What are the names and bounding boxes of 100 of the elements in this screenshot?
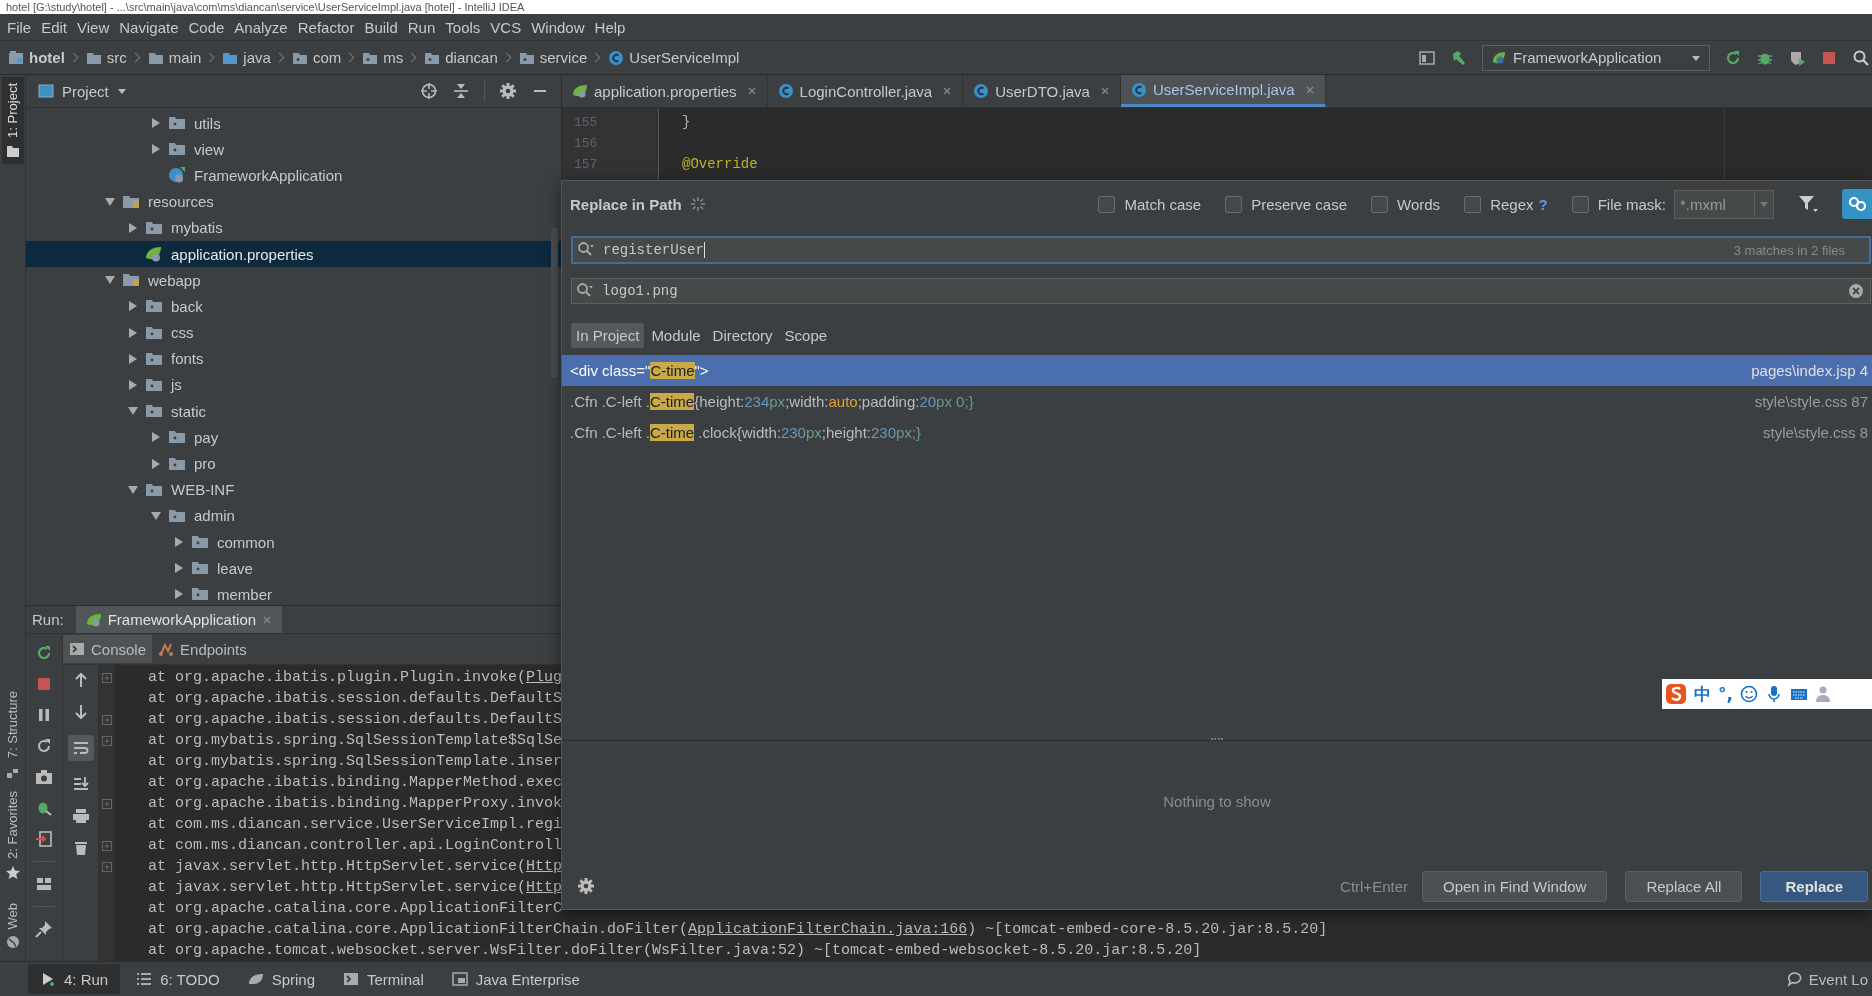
tree-item[interactable]: utils — [194, 114, 221, 132]
source-link[interactable]: Http — [526, 858, 563, 875]
editor-tab[interactable]: UserDTO.java — [963, 75, 1121, 107]
exit-icon[interactable] — [35, 830, 53, 848]
source-link[interactable]: Http — [526, 879, 563, 896]
scope-tab[interactable]: Directory — [707, 323, 778, 348]
camera-icon[interactable] — [35, 768, 53, 786]
tree-item[interactable]: application.properties — [171, 245, 314, 263]
scope-tab[interactable]: Module — [646, 323, 706, 348]
layout-icon[interactable] — [1418, 48, 1436, 67]
settings-icon[interactable] — [577, 877, 595, 895]
tree-item[interactable]: css — [171, 324, 194, 342]
tree-item[interactable]: WEB-INF — [171, 481, 235, 499]
tree-item[interactable]: webapp — [148, 271, 201, 289]
menu-item[interactable]: Edit — [36, 16, 73, 38]
menu-item[interactable]: Refactor — [292, 16, 360, 38]
tree-item[interactable]: FrameworkApplication — [194, 166, 343, 184]
checkbox[interactable] — [1571, 195, 1589, 213]
side-tool-tab[interactable]: 1: Project — [1, 77, 24, 164]
pin-icon[interactable] — [35, 920, 53, 938]
breadcrumb[interactable]: diancan — [445, 49, 498, 66]
tree-item[interactable]: admin — [194, 507, 235, 525]
result-row[interactable]: <div class="C-time"> pages\index.jsp 4 — [562, 355, 1872, 386]
tree-item[interactable]: static — [171, 402, 206, 420]
event-log-button[interactable]: Event Lo — [1786, 970, 1868, 988]
breadcrumb[interactable]: main — [168, 49, 202, 66]
menu-item[interactable]: VCS — [485, 16, 527, 38]
checkbox[interactable] — [1464, 195, 1482, 213]
tool-window-button[interactable]: Java Enterprise — [439, 964, 592, 994]
expand-arrow-icon[interactable] — [173, 562, 185, 575]
help-link[interactable]: ? — [1538, 195, 1548, 213]
restore-icon[interactable] — [35, 737, 53, 755]
checkbox[interactable] — [1098, 195, 1116, 213]
checkbox-label[interactable]: Preserve case — [1251, 195, 1348, 213]
tree-item[interactable]: view — [194, 140, 224, 158]
expand-arrow-icon[interactable] — [150, 457, 162, 470]
tree-item[interactable]: resources — [148, 193, 214, 211]
scope-tab[interactable]: Scope — [779, 323, 833, 348]
expand-arrow-icon[interactable] — [127, 221, 139, 234]
expand-arrow-icon[interactable] — [173, 536, 185, 549]
expand-arrow-icon[interactable] — [127, 352, 139, 365]
menu-item[interactable]: Window — [526, 16, 590, 38]
close-icon[interactable] — [1099, 86, 1110, 96]
panel-title[interactable]: Project — [62, 82, 109, 100]
tool-window-button[interactable]: Spring — [235, 964, 328, 994]
editor-tab[interactable]: UserServiceImpl.java — [1120, 75, 1326, 107]
breadcrumb[interactable]: src — [106, 49, 127, 66]
filter-icon[interactable] — [1798, 194, 1818, 214]
tree-item[interactable]: pay — [194, 428, 219, 446]
tool-window-button[interactable]: 4: Run — [28, 964, 121, 994]
checkbox[interactable] — [1371, 195, 1389, 213]
rerun-icon[interactable] — [1724, 48, 1742, 67]
tool-window-button[interactable]: 6: TODO — [124, 964, 232, 994]
expand-arrow-icon[interactable] — [150, 431, 162, 444]
checkbox-label[interactable]: Match case — [1124, 195, 1202, 213]
input-mode[interactable]: 中 — [1694, 682, 1711, 706]
menu-item[interactable]: Code — [183, 16, 230, 38]
search-icon[interactable] — [1852, 48, 1870, 67]
breadcrumb[interactable]: ms — [383, 49, 404, 66]
dialog-button[interactable]: Replace All — [1625, 870, 1743, 902]
menu-item[interactable]: Tools — [440, 16, 486, 38]
print-icon[interactable] — [71, 807, 90, 825]
clear-icon[interactable] — [1848, 283, 1864, 299]
menu-item[interactable]: Analyze — [229, 16, 293, 38]
tree-item[interactable]: pro — [194, 455, 216, 473]
expand-arrow-icon[interactable] — [127, 378, 139, 391]
editor-tab[interactable]: application.properties — [562, 75, 768, 107]
side-tool-tab[interactable]: 7: Structure — [1, 685, 24, 785]
tree-item[interactable]: common — [217, 533, 275, 551]
result-row[interactable]: .Cfn .C-left .C-time .clock{width:230px;height:230px;} style\style.css 8 — [562, 417, 1872, 448]
expand-arrow-icon[interactable] — [173, 588, 185, 601]
dialog-button[interactable]: Open in Find Window — [1422, 870, 1608, 902]
tree-item[interactable]: member — [217, 585, 272, 603]
tree-item[interactable]: fonts — [171, 350, 204, 368]
expand-arrow-icon[interactable] — [150, 117, 162, 130]
layout-icon[interactable] — [35, 875, 53, 893]
checkbox-label[interactable]: Words — [1397, 195, 1441, 213]
source-link[interactable]: ApplicationFilterChain.java:166 — [688, 921, 968, 938]
tree-item[interactable]: mybatis — [171, 219, 223, 237]
tool-window-button[interactable]: Terminal — [331, 964, 436, 994]
replace-field[interactable]: logo1.png — [571, 278, 1871, 304]
search-field[interactable]: registerUser 3 matches in 2 files — [571, 236, 1871, 264]
stop-icon[interactable] — [35, 675, 53, 693]
expand-arrow-icon[interactable] — [150, 143, 162, 156]
menu-item[interactable]: Build — [359, 16, 403, 38]
rerun-icon[interactable] — [35, 644, 53, 662]
checkbox[interactable] — [1225, 195, 1243, 213]
smiley-icon[interactable] — [1739, 685, 1758, 703]
pin-button[interactable] — [1842, 189, 1872, 219]
breadcrumb[interactable]: service — [539, 49, 588, 66]
console-tab[interactable]: Console — [63, 635, 153, 663]
tree-item[interactable]: leave — [217, 559, 253, 577]
collapse-arrow-icon[interactable] — [127, 483, 139, 496]
punctuation-mode[interactable]: °, — [1718, 684, 1733, 704]
scroll-to-end-icon[interactable] — [71, 775, 90, 793]
console-tab[interactable]: Endpoints — [152, 635, 253, 663]
tree-item[interactable]: js — [171, 376, 182, 394]
side-tool-tab[interactable]: 2: Favorites — [1, 784, 24, 885]
close-icon[interactable] — [942, 86, 953, 96]
collapse-arrow-icon[interactable] — [150, 509, 162, 522]
